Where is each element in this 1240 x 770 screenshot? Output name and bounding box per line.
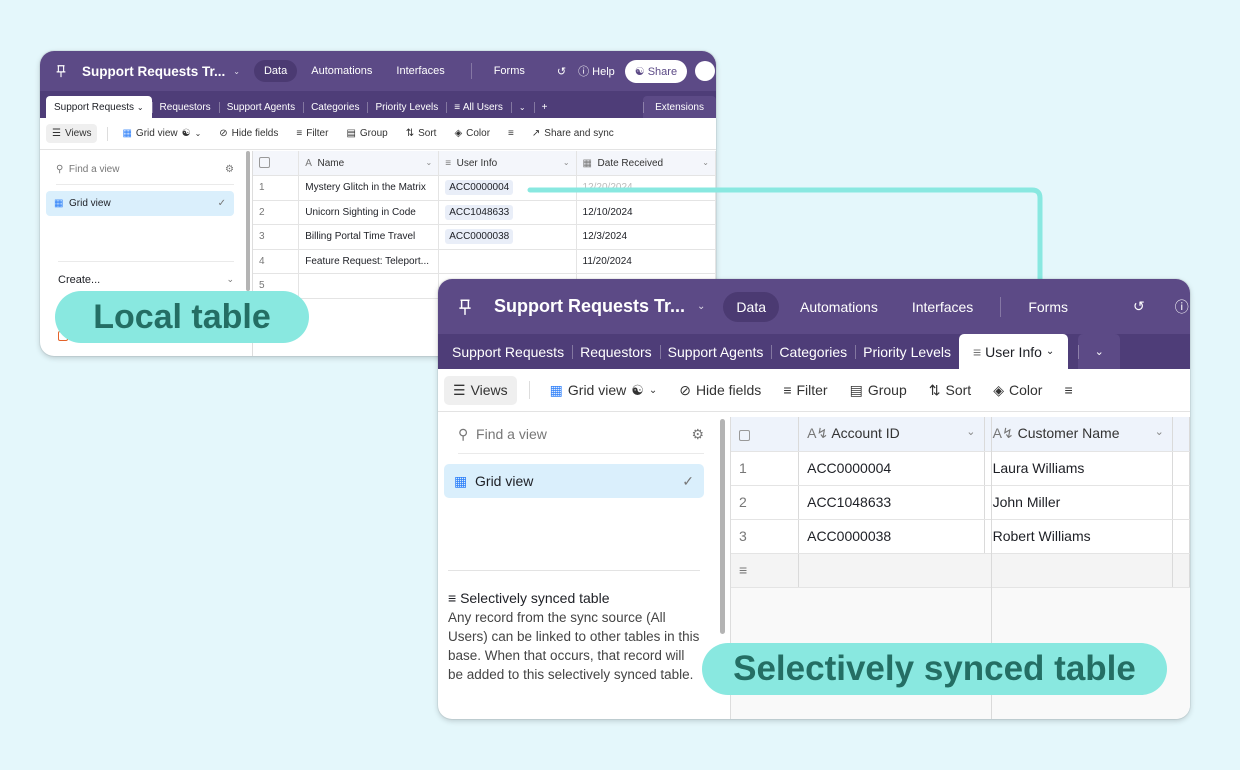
- tab-user-info[interactable]: ≡ User Info ⌄: [959, 334, 1069, 369]
- synced-table-callout: Selectively synced table: [702, 643, 1167, 695]
- sort-label: Sort: [945, 382, 972, 398]
- synced-text-field-icon: A↯: [992, 425, 1014, 442]
- nav-tab-data[interactable]: Data: [723, 291, 779, 322]
- grid-header-row: A↯ Account ID ⌄ A↯ Customer Name ⌄: [731, 417, 1190, 452]
- add-row-cell: [798, 553, 1173, 588]
- select-all-checkbox[interactable]: [731, 417, 800, 452]
- filter-icon: ≡: [783, 382, 792, 398]
- grid-view-button[interactable]: ▦ Grid view ☯ ⌄: [550, 382, 658, 399]
- group-icon: ▤: [849, 381, 863, 398]
- sort-button[interactable]: ⇅ Sort: [929, 382, 971, 399]
- chevron-down-icon: ⌄: [966, 426, 976, 439]
- group-label: Group: [867, 382, 907, 398]
- sidebar-scrollbar[interactable]: [720, 419, 725, 634]
- find-view-input[interactable]: ⚲ Find a view ⚙: [458, 422, 704, 454]
- more-tables-button[interactable]: ⌄: [1078, 334, 1121, 369]
- sort-icon: ⇅: [928, 381, 941, 398]
- column-header-customer-name[interactable]: A↯ Customer Name ⌄: [984, 417, 1174, 452]
- cell-empty: [1172, 553, 1190, 588]
- check-icon: ✓: [682, 472, 694, 489]
- synced-table-icon: ≡: [731, 553, 800, 588]
- column-header-account-id[interactable]: A↯ Account ID ⌄: [798, 417, 985, 452]
- filter-label: Filter: [796, 382, 828, 398]
- views-label: Views: [470, 382, 508, 398]
- row-height-button[interactable]: ≡: [1064, 382, 1072, 398]
- cell-account-id[interactable]: ACC0000004: [798, 451, 985, 486]
- history-icon[interactable]: ↺: [1133, 298, 1145, 315]
- find-view-placeholder: Find a view: [476, 426, 547, 442]
- row-number: 1: [731, 451, 800, 486]
- pin-icon: [459, 299, 471, 315]
- hide-fields-label: Hide fields: [695, 382, 762, 398]
- hide-fields-button[interactable]: ⊘ Hide fields: [679, 382, 761, 399]
- cell-empty: [1172, 519, 1190, 554]
- views-sidebar: ⚲ Find a view ⚙ ▦ Grid view ✓ ≡ Selectiv…: [438, 412, 720, 719]
- chevron-down-icon: ⌄: [1045, 346, 1055, 357]
- paint-bucket-icon: ◈: [993, 381, 1004, 398]
- eye-off-icon: ⊘: [679, 381, 691, 398]
- cell-account-id[interactable]: ACC1048633: [798, 485, 985, 520]
- cell-customer-name[interactable]: Robert Williams: [984, 519, 1174, 554]
- synced-table-icon: ≡: [973, 343, 982, 360]
- synced-table-icon: ≡: [448, 590, 457, 606]
- column-label: Account ID: [831, 425, 900, 442]
- column-label: Customer Name: [1017, 425, 1120, 442]
- base-title[interactable]: Support Requests Tr...: [494, 296, 685, 317]
- color-label: Color: [1008, 382, 1043, 398]
- add-synced-record-row[interactable]: ≡: [731, 553, 1190, 588]
- group-button[interactable]: ▤ Group: [850, 382, 907, 399]
- view-toolbar: ☰ Views ▦ Grid view ☯ ⌄ ⊘ Hide fields ≡ Filter…: [438, 369, 1190, 412]
- menu-icon: ☰: [453, 381, 466, 398]
- row-height-icon: ≡: [1064, 382, 1073, 398]
- cell-empty: [1172, 485, 1190, 520]
- row-number: 3: [731, 519, 800, 554]
- divider: [1000, 296, 1002, 317]
- cell-customer-name[interactable]: John Miller: [984, 485, 1174, 520]
- view-name: Grid view: [475, 472, 534, 489]
- chevron-down-icon[interactable]: ⌄: [697, 301, 705, 312]
- nav-tab-automations[interactable]: Automations: [787, 292, 891, 322]
- tab-categories[interactable]: Categories: [771, 334, 855, 369]
- info-title: Selectively synced table: [460, 590, 610, 606]
- sidebar-view-grid[interactable]: ▦ Grid view ✓: [444, 464, 704, 498]
- local-table-callout: Local table: [55, 291, 309, 343]
- table-row[interactable]: 2 ACC1048633 John Miller: [731, 485, 1190, 520]
- tab-support-requests[interactable]: Support Requests: [444, 334, 572, 369]
- help-icon[interactable]: ⓘ: [1175, 297, 1189, 317]
- table-row[interactable]: 3 ACC0000038 Robert Williams: [731, 519, 1190, 554]
- info-text: Any record from the sync source (All Use…: [448, 610, 700, 682]
- table-tabs: Support Requests Requestors Support Agen…: [438, 334, 1190, 369]
- chevron-down-icon: ⌄: [1154, 426, 1164, 439]
- cell-customer-name[interactable]: Laura Williams: [984, 451, 1174, 486]
- tab-support-agents[interactable]: Support Agents: [659, 334, 772, 369]
- tab-priority-levels[interactable]: Priority Levels: [855, 334, 959, 369]
- table-row[interactable]: 1 ACC0000004 Laura Williams: [731, 451, 1190, 486]
- grid-icon: ▦: [454, 472, 468, 489]
- row-number: 2: [731, 485, 800, 520]
- color-button[interactable]: ◈ Color: [993, 382, 1042, 399]
- column-header-empty: [1172, 417, 1190, 452]
- synced-text-field-icon: A↯: [807, 425, 829, 442]
- views-button[interactable]: ☰ Views: [444, 375, 517, 405]
- gear-icon[interactable]: ⚙: [691, 426, 704, 443]
- nav-tab-interfaces[interactable]: Interfaces: [899, 292, 986, 322]
- filter-button[interactable]: ≡ Filter: [783, 382, 827, 398]
- tab-requestors[interactable]: Requestors: [572, 334, 660, 369]
- divider: [528, 381, 530, 399]
- cell-empty: [1172, 451, 1190, 486]
- nav-tab-forms[interactable]: Forms: [1015, 292, 1081, 322]
- collaborators-icon: ☯: [631, 381, 644, 398]
- chevron-down-icon: ⌄: [648, 384, 658, 396]
- search-icon: ⚲: [458, 426, 469, 442]
- tab-label: User Info: [985, 343, 1042, 360]
- grid-icon: ▦: [549, 381, 563, 398]
- cell-account-id[interactable]: ACC0000038: [798, 519, 985, 554]
- chevron-down-icon: ⌄: [1094, 346, 1104, 358]
- grid-view-label: Grid view: [567, 382, 627, 398]
- app-header: Support Requests Tr... ⌄ Data Automation…: [438, 279, 1190, 334]
- synced-table-info: ≡ Selectively synced table Any record fr…: [448, 570, 700, 684]
